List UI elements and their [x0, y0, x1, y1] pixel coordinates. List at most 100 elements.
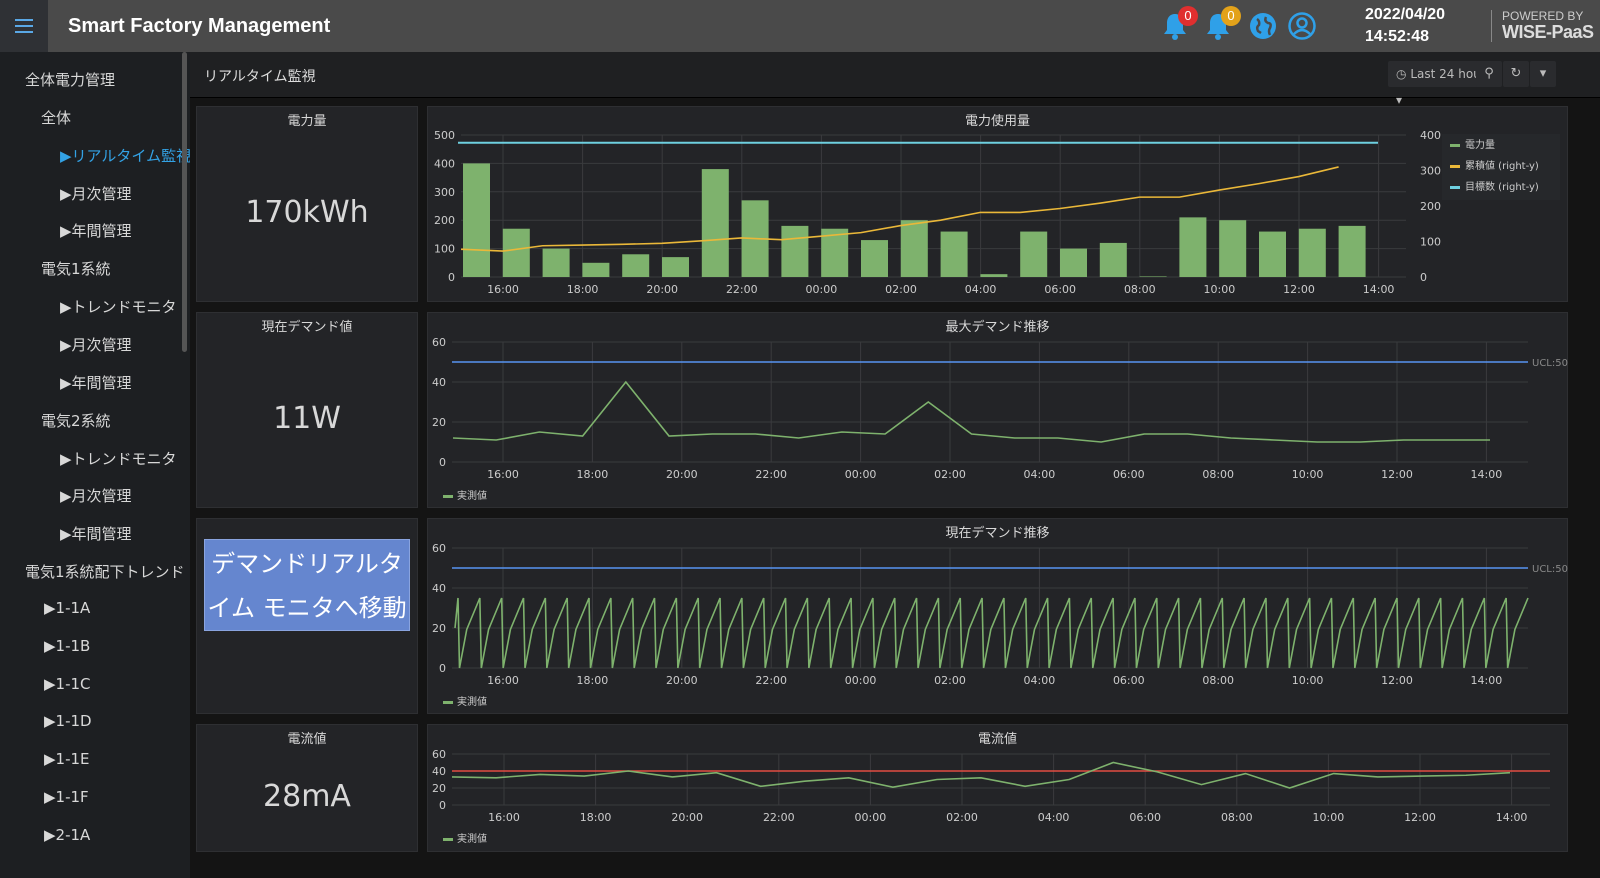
x-tick-label: 12:00	[1404, 811, 1436, 824]
refresh-interval-dropdown[interactable]: ▾	[1530, 61, 1556, 87]
sidebar-item[interactable]: 全体電力管理	[25, 69, 115, 90]
globe-icon	[1250, 13, 1276, 39]
sidebar-item[interactable]: ▶1-1F	[44, 788, 89, 806]
alarm-notification-button[interactable]: 0	[1160, 6, 1198, 46]
warning-notification-button[interactable]: 0	[1203, 6, 1241, 46]
current-stat-panel: 電流値 28mA	[196, 724, 418, 852]
y2-tick-label: 200	[1420, 200, 1441, 213]
sidebar-item[interactable]: ▶月次管理	[60, 183, 132, 204]
sidebar-item[interactable]: ▶トレンドモニタ	[60, 448, 177, 469]
current-demand-chart: 0 20 40 60 16:00 18:00 20:00 22:00 00:00 02:00 04:…	[432, 542, 1568, 708]
sidebar-item[interactable]: ▶1-1C	[44, 675, 91, 693]
sidebar-scrollbar[interactable]	[182, 52, 187, 352]
current-value-chart-panel: 電流値 0 20 40 60 16:00 18:00 20:00 22:00 00:00 02:0…	[427, 724, 1568, 852]
panel-title: 電流値	[287, 732, 327, 747]
x-tick-label: 18:00	[577, 468, 609, 481]
y-tick-label: 20	[432, 782, 446, 795]
y2-tick-label: 0	[1420, 271, 1427, 284]
user-circle-icon	[1288, 12, 1316, 40]
x-tick-label: 22:00	[755, 468, 787, 481]
legend-swatch	[1450, 144, 1460, 147]
search-icon: ⚲	[1484, 66, 1494, 81]
sidebar-item[interactable]: ▶年間管理	[60, 220, 132, 241]
series-line	[454, 597, 1529, 669]
bar	[662, 257, 689, 277]
demand-realtime-link-button[interactable]: デマンドリアルタイム モニタへ移動	[204, 539, 410, 631]
bar	[463, 163, 490, 277]
threshold-label: UCL:50	[1532, 358, 1568, 369]
x-tick-label: 06:00	[1113, 468, 1145, 481]
zoom-out-button[interactable]: ⚲	[1476, 61, 1502, 87]
sidebar-item[interactable]: ▶1-1B	[44, 637, 90, 655]
sidebar-item[interactable]: 全体	[41, 107, 71, 128]
bar	[940, 231, 968, 277]
y-tick-label: 20	[432, 622, 446, 635]
legend-label: 実測値	[457, 832, 487, 845]
y-tick-label: 60	[432, 336, 446, 349]
sidebar-item[interactable]: ▶月次管理	[60, 334, 132, 355]
powered-by-label: POWERED BY	[1502, 9, 1584, 23]
y-tick-label: 100	[434, 243, 455, 256]
panel-title: 現在デマンド値	[261, 320, 353, 335]
x-tick-label: 16:00	[487, 674, 519, 687]
language-button[interactable]	[1248, 11, 1278, 45]
sidebar-item[interactable]: ▶リアルタイム監視	[60, 145, 190, 166]
top-bar: Smart Factory Management 0 0 2022/04/20 …	[0, 0, 1600, 52]
sidebar-item[interactable]: 電気1系統	[41, 258, 111, 279]
caret-down-icon: ▾	[1539, 66, 1547, 81]
stat-value: 11W	[273, 401, 341, 436]
x-tick-label: 06:00	[1129, 811, 1161, 824]
app-title: Smart Factory Management	[68, 15, 331, 37]
bar	[980, 274, 1008, 277]
x-tick-label: 14:00	[1496, 811, 1528, 824]
sidebar-item[interactable]: ▶1-1A	[44, 599, 90, 617]
y-tick-label: 40	[432, 582, 446, 595]
user-account-button[interactable]	[1287, 11, 1317, 45]
x-tick-label: 02:00	[885, 283, 917, 296]
sidebar-item[interactable]: ▶年間管理	[60, 372, 132, 393]
sidebar-item[interactable]: ▶1-1D	[44, 712, 92, 730]
hamburger-icon	[15, 17, 33, 35]
sidebar-nav: 全体電力管理 全体 ▶リアルタイム監視 ▶月次管理 ▶年間管理 電気1系統 ▶トレンドモニタ…	[0, 52, 190, 878]
x-tick-label: 20:00	[666, 468, 698, 481]
x-tick-label: 18:00	[577, 674, 609, 687]
panel-title: 電力量	[287, 114, 327, 129]
x-tick-label: 10:00	[1313, 811, 1345, 824]
x-tick-label: 20:00	[671, 811, 703, 824]
x-tick-label: 10:00	[1292, 468, 1324, 481]
power-usage-chart-panel: 電力使用量 0 100 200 300 400 500 16:00 18:00 20:00 22:…	[427, 106, 1568, 302]
sidebar-item[interactable]: ▶月次管理	[60, 485, 132, 506]
legend-swatch	[443, 701, 453, 704]
sidebar-item[interactable]: ▶2-1A	[44, 826, 90, 844]
x-tick-label: 08:00	[1202, 674, 1234, 687]
menu-toggle-button[interactable]	[0, 0, 48, 52]
bar	[701, 169, 729, 277]
y-tick-label: 0	[439, 799, 446, 812]
current-demand-chart-panel: 現在デマンド推移 0 20 40 60 16:00 18:00 20:00 22:00 00:0…	[427, 518, 1568, 714]
legend-label: 累積値 (right-y)	[1465, 159, 1539, 172]
x-tick-label: 14:00	[1471, 674, 1503, 687]
sidebar-item[interactable]: ▶年間管理	[60, 523, 132, 544]
power-usage-chart: 0 100 200 300 400 500 16:00 18:00 20:00 22:00 00:0…	[434, 129, 1560, 296]
time-text: 14:52:48	[1365, 28, 1430, 45]
sidebar-item[interactable]: 電気2系統	[41, 410, 111, 431]
series-line	[451, 761, 1511, 789]
x-tick-label: 16:00	[488, 811, 520, 824]
legend-swatch	[443, 838, 453, 841]
refresh-button[interactable]: ↻	[1503, 61, 1529, 87]
y-tick-label: 400	[434, 157, 455, 170]
bar	[1179, 217, 1207, 277]
sidebar-item[interactable]: 電気1系統配下トレンド	[25, 561, 185, 582]
x-tick-label: 00:00	[845, 468, 877, 481]
y-tick-label: 40	[432, 376, 446, 389]
x-tick-label: 08:00	[1221, 811, 1253, 824]
bar	[1259, 231, 1286, 277]
alarm-count-badge: 0	[1178, 6, 1198, 26]
y-tick-label: 60	[432, 748, 446, 761]
y-tick-label: 60	[432, 542, 446, 555]
max-demand-chart: 0 20 40 60 16:00 18:00 20:00 22:00 00:00 02:00 04:…	[432, 336, 1568, 502]
x-tick-label: 10:00	[1292, 674, 1324, 687]
datetime-display: 2022/04/20 14:52:48	[1365, 4, 1445, 48]
sidebar-item[interactable]: ▶1-1E	[44, 750, 90, 768]
sidebar-item[interactable]: ▶トレンドモニタ	[60, 296, 177, 317]
